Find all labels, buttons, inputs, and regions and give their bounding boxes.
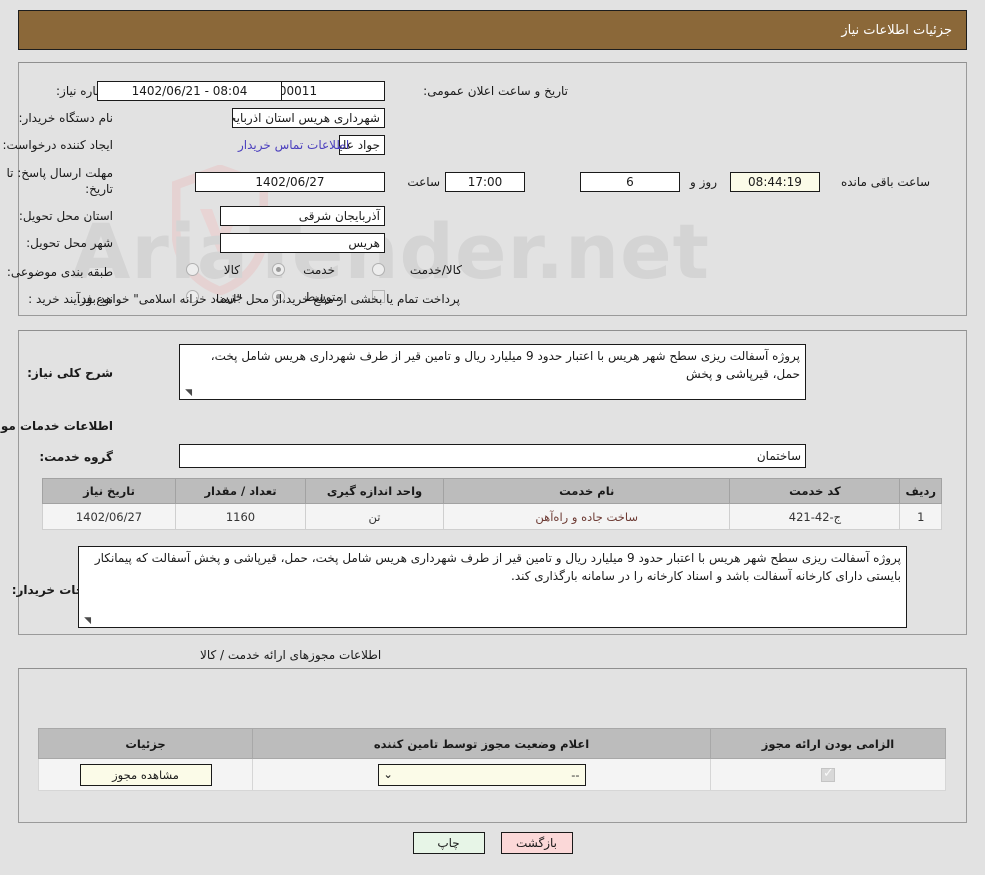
- col-row: ردیف: [899, 478, 942, 504]
- col-permit-status: اعلام وضعیت مجوز توسط تامین کننده: [252, 728, 711, 759]
- summary-text: پروژه آسفالت ریزی سطح شهر هریس با اعتبار…: [210, 349, 800, 381]
- resize-grip-icon[interactable]: ◥: [81, 616, 91, 626]
- service-table-header-row: ردیف کد خدمت نام خدمت واحد اندازه گیری ت…: [42, 478, 942, 504]
- city-label: شهر محل تحویل:: [26, 236, 113, 250]
- service-group-value: ساختمان: [179, 444, 806, 468]
- cell-need-date: 1402/06/27: [42, 503, 176, 530]
- city-value: هریس: [220, 233, 385, 253]
- deadline-date-value: 1402/06/27: [195, 172, 385, 192]
- radio-category-khedmat[interactable]: [272, 263, 285, 276]
- service-group-label: گروه خدمت:: [39, 450, 113, 464]
- table-row: ⌄ -- مشاهده مجوز: [38, 758, 946, 791]
- permits-header-row: الزامی بودن ارائه مجوز اعلام وضعیت مجوز …: [38, 728, 946, 759]
- summary-textarea[interactable]: پروژه آسفالت ریزی سطح شهر هریس با اعتبار…: [179, 344, 806, 400]
- deadline-time-value: 17:00: [445, 172, 525, 192]
- treasury-note: پرداخت تمام یا بخشی از مبلغ خرید،از محل …: [77, 292, 460, 306]
- chevron-down-icon: ⌄: [383, 767, 393, 781]
- category-label: طبقه بندی موضوعی:: [6, 265, 113, 279]
- col-quantity: تعداد / مقدار: [175, 478, 306, 504]
- cell-name: ساخت جاده و راه‌آهن: [442, 503, 731, 530]
- page-title: جزئیات اطلاعات نیاز: [841, 22, 952, 38]
- radio-category-kala-khedmat-label: کالا/خدمت: [409, 263, 462, 277]
- remaining-days-label: روز و: [690, 175, 717, 189]
- buyer-contact-link[interactable]: اطلاعات تماس خریدار: [238, 138, 349, 152]
- footer-actions: بازگشت چاپ: [0, 832, 985, 854]
- buyer-org-label: نام دستگاه خریدار:: [18, 111, 114, 125]
- service-table: ردیف کد خدمت نام خدمت واحد اندازه گیری ت…: [42, 478, 942, 530]
- radio-category-khedmat-label: خدمت: [303, 263, 335, 277]
- radio-category-kala-label: کالا: [223, 263, 240, 277]
- permits-table: الزامی بودن ارائه مجوز اعلام وضعیت مجوز …: [38, 728, 946, 791]
- cell-row: 1: [899, 503, 942, 530]
- cell-permit-status: ⌄ --: [252, 758, 711, 791]
- cell-unit: تن: [305, 503, 444, 530]
- services-heading: اطلاعات خدمات مورد نیاز: [0, 419, 113, 433]
- page-header: جزئیات اطلاعات نیاز: [18, 10, 967, 50]
- resize-grip-icon[interactable]: ◥: [182, 388, 192, 398]
- deadline-time-label: ساعت: [407, 175, 440, 189]
- province-value: آذربایجان شرقی: [220, 206, 385, 226]
- col-permit-required: الزامی بودن ارائه مجوز: [710, 728, 946, 759]
- back-button[interactable]: بازگشت: [500, 832, 573, 854]
- remaining-days-value: 6: [580, 172, 680, 192]
- col-code: کد خدمت: [729, 478, 901, 504]
- print-button[interactable]: چاپ: [412, 832, 485, 854]
- summary-label: شرح کلی نیاز:: [27, 366, 113, 380]
- cell-code: ج-42-421: [729, 503, 901, 530]
- deadline-label: مهلت ارسال پاسخ: تا تاریخ:: [6, 166, 113, 196]
- buyer-notes-textarea[interactable]: پروژه آسفالت ریزی سطح شهر هریس با اعتبار…: [78, 546, 907, 628]
- province-label: استان محل تحویل:: [18, 209, 113, 223]
- view-permit-button[interactable]: مشاهده مجوز: [79, 763, 212, 786]
- announce-label: تاریخ و ساعت اعلان عمومی:: [423, 84, 568, 98]
- radio-category-kala[interactable]: [186, 263, 199, 276]
- permit-status-select[interactable]: ⌄ --: [377, 763, 586, 786]
- buyer-notes-text: پروژه آسفالت ریزی سطح شهر هریس با اعتبار…: [94, 551, 901, 583]
- table-row: 1 ج-42-421 ساخت جاده و راه‌آهن تن 1160 1…: [42, 503, 942, 530]
- announce-value: 08:04 - 1402/06/21: [97, 81, 282, 101]
- cell-permit-required: [710, 758, 946, 791]
- cell-permit-details: مشاهده مجوز: [38, 758, 253, 791]
- creator-label: ایجاد کننده درخواست:: [2, 138, 113, 152]
- countdown-value: 08:44:19: [730, 172, 820, 192]
- radio-category-kala-khedmat[interactable]: [372, 263, 385, 276]
- cell-quantity: 1160: [175, 503, 306, 530]
- col-unit: واحد اندازه گیری: [305, 478, 444, 504]
- permits-caption: اطلاعات مجوزهای ارائه خدمت / کالا: [200, 648, 382, 662]
- col-permit-details: جزئیات: [38, 728, 253, 759]
- permits-caption-wrap: اطلاعات مجوزهای ارائه خدمت / کالا: [0, 648, 967, 662]
- col-name: نام خدمت: [442, 478, 731, 504]
- permit-status-value: --: [571, 767, 580, 782]
- permit-required-checkbox: [821, 766, 835, 782]
- col-need-date: تاریخ نیاز: [42, 478, 176, 504]
- buyer-org-value: شهرداری هریس استان اذربایجان شرقی: [232, 108, 385, 128]
- remaining-hours-label: ساعت باقی مانده: [840, 175, 930, 189]
- permits-table-wrap: الزامی بودن ارائه مجوز اعلام وضعیت مجوز …: [38, 728, 946, 791]
